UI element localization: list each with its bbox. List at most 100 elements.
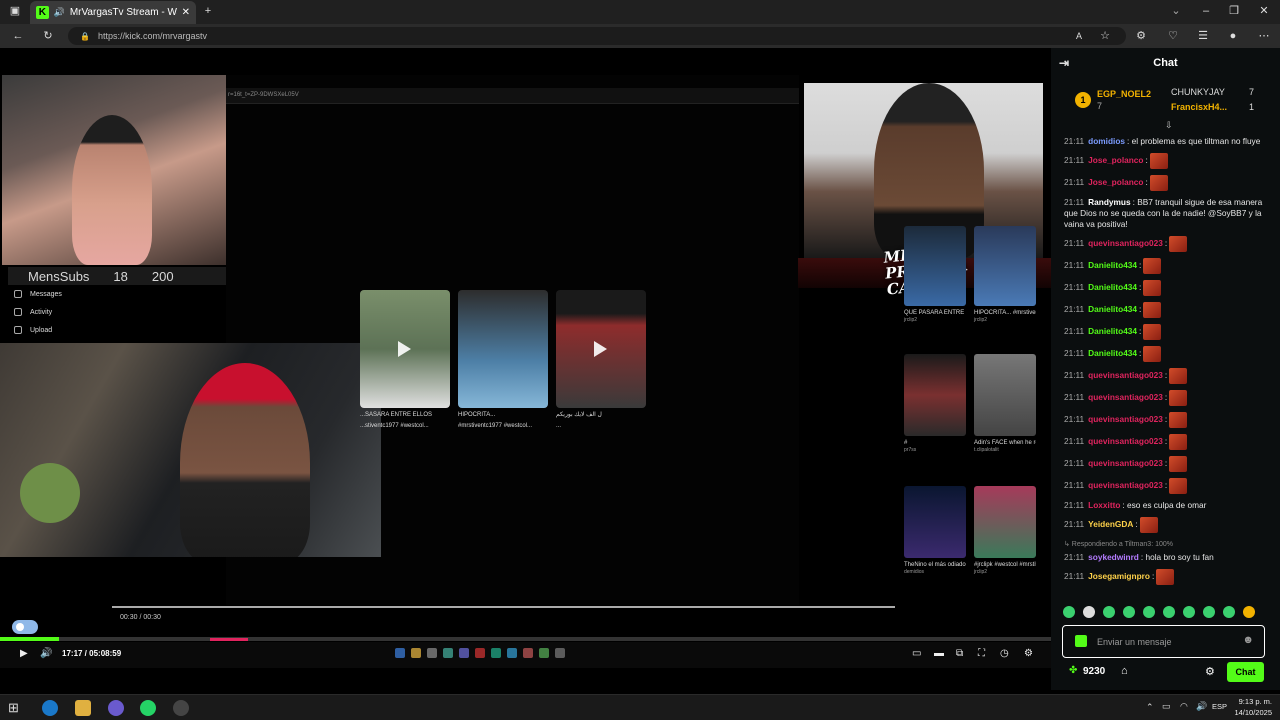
clip-icon[interactable]: ⧉ (956, 648, 963, 659)
obs-icon[interactable] (173, 700, 189, 716)
url-input[interactable]: 🔒 https://kick.com/mrvargastv (68, 27, 1126, 45)
volume-icon[interactable]: 🔊 (40, 648, 52, 659)
emote-icon[interactable] (1223, 606, 1235, 618)
message-username[interactable]: Danielito434 (1088, 260, 1137, 270)
message-time: 21:11 (1064, 480, 1085, 491)
send-chat-button[interactable]: Chat (1227, 662, 1264, 682)
emote-icon[interactable] (1083, 606, 1095, 618)
chat-message: 21:11 quevinsantiago023: (1064, 236, 1276, 252)
side-video[interactable]: # pr7ss (904, 354, 966, 454)
emote-icon[interactable] (1063, 606, 1075, 618)
start-icon[interactable]: ⊞ (8, 700, 24, 716)
message-username[interactable]: Danielito434 (1088, 304, 1137, 314)
tab-close-icon[interactable]: ✕ (182, 7, 190, 18)
wifi-icon[interactable]: ◠ (1180, 701, 1188, 712)
network-icon[interactable]: ▭ (1162, 701, 1171, 712)
theater-icon[interactable]: ▬ (934, 648, 944, 659)
profile-avatar[interactable]: ● (1223, 24, 1243, 48)
seek-bar[interactable] (0, 637, 1051, 641)
new-tab-button[interactable]: + (198, 0, 218, 23)
read-aloud-icon[interactable]: A (1069, 24, 1089, 48)
emote-icon[interactable] (1163, 606, 1175, 618)
message-username[interactable]: quevinsantiago023 (1088, 370, 1163, 380)
speed-icon[interactable]: ◷ (1000, 648, 1009, 659)
gift-icon[interactable] (1075, 635, 1087, 647)
video-tile[interactable]: ل الف لایك بوریكم ... (556, 290, 646, 430)
messenger-icon[interactable] (108, 700, 124, 716)
tab-actions-icon[interactable]: ▣ (5, 0, 25, 23)
language-indicator[interactable]: ESP (1212, 702, 1227, 711)
points-icon[interactable]: ✤ (1069, 665, 1077, 676)
message-username[interactable]: Josegamignpro (1088, 571, 1150, 581)
store-icon[interactable]: ⌂ (1121, 665, 1128, 677)
emote-icon (1143, 302, 1162, 318)
message-text: : (1139, 260, 1142, 271)
more-menu-icon[interactable]: ⋯ (1254, 24, 1274, 48)
browser-tab[interactable]: K 🔊 MrVargasTv Stream - Watch l ✕ (30, 1, 196, 24)
settings-gear-icon[interactable]: ⚙ (1024, 648, 1033, 659)
message-username[interactable]: Jose_polanco (1088, 155, 1143, 165)
message-username[interactable]: Danielito434 (1088, 282, 1137, 292)
emote-icon[interactable] (1143, 606, 1155, 618)
back-icon[interactable]: ← (8, 24, 28, 48)
message-username[interactable]: domidios (1088, 136, 1125, 146)
video-tile[interactable]: HIPOCRITA... #mrstiventc1977 #westcol... (458, 290, 548, 430)
message-username[interactable]: Danielito434 (1088, 348, 1137, 358)
collapse-chat-icon[interactable]: ⇥ (1059, 56, 1069, 70)
side-video[interactable]: HIPOCRITA... #mrstiventc1977... jrclip2 (974, 226, 1036, 324)
message-username[interactable]: quevinsantiago023 (1088, 458, 1163, 468)
side-video[interactable]: QUE PASARA ENTRE ELLOS ?... jrclip2 (904, 226, 966, 324)
message-username[interactable]: Randymus (1088, 197, 1130, 207)
side-video-title: HIPOCRITA... #mrstiventc1977... (974, 310, 1036, 316)
window-menu-icon[interactable]: ⌄ (1166, 0, 1186, 23)
side-video[interactable]: TheNino el más odiado de RD???... demidi… (904, 486, 966, 576)
minimize-icon[interactable]: – (1196, 0, 1216, 23)
side-video[interactable]: Adin's FACE when he realize his mod got.… (974, 354, 1036, 454)
message-username[interactable]: quevinsantiago023 (1088, 436, 1163, 446)
play-icon[interactable] (398, 341, 411, 357)
expand-icon[interactable]: ⇩ (1165, 120, 1173, 131)
emoji-icon[interactable]: ☻ (1242, 634, 1254, 646)
message-username[interactable]: Jose_polanco (1088, 177, 1143, 187)
side-video[interactable]: #jrclipk #westcol #mrstiventc1977... jrc… (974, 486, 1036, 576)
toggle-switch[interactable] (12, 620, 38, 634)
browser-tab-bar: ▣ K 🔊 MrVargasTv Stream - Watch l ✕ + ⌄ … (0, 0, 1280, 24)
message-username[interactable]: quevinsantiago023 (1088, 480, 1163, 490)
message-username[interactable]: YeidenGDA (1088, 519, 1133, 529)
fullscreen-icon[interactable]: ⛶ (978, 648, 985, 659)
edge-icon[interactable] (42, 700, 58, 716)
reload-icon[interactable]: ↻ (38, 24, 58, 48)
speaker-icon[interactable]: 🔊 (54, 7, 65, 18)
emote-icon[interactable] (1123, 606, 1135, 618)
inner-progress-bar (112, 606, 895, 608)
favorite-star-icon[interactable]: ☆ (1095, 24, 1115, 48)
pip-icon[interactable]: ▭ (912, 648, 921, 659)
message-username[interactable]: quevinsantiago023 (1088, 392, 1163, 402)
emote-icon[interactable] (1243, 606, 1255, 618)
play-button[interactable]: ▶ (20, 648, 28, 659)
message-username[interactable]: quevinsantiago023 (1088, 238, 1163, 248)
chat-input[interactable]: Enviar un mensaje ☻ (1062, 625, 1265, 658)
video-tile[interactable]: ...SASARA ENTRE ELLOS ...stiventc1977 #w… (360, 290, 450, 430)
system-clock[interactable]: 9:13 p. m. 14/10/2025 (1234, 696, 1272, 718)
activity-icon (14, 308, 22, 316)
play-icon[interactable] (594, 341, 607, 357)
extensions-icon[interactable]: ⚙ (1131, 24, 1151, 48)
whatsapp-icon[interactable] (140, 700, 156, 716)
message-username[interactable]: Loxxitto (1088, 500, 1120, 510)
message-username[interactable]: Danielito434 (1088, 326, 1137, 336)
volume-tray-icon[interactable]: 🔊 (1196, 701, 1207, 712)
window-close-icon[interactable]: ✕ (1254, 0, 1274, 23)
browser-essentials-icon[interactable]: ♡ (1163, 24, 1183, 48)
message-username[interactable]: quevinsantiago023 (1088, 414, 1163, 424)
chat-settings-icon[interactable]: ⚙ (1205, 665, 1215, 678)
message-username[interactable]: soykedwinrd (1088, 552, 1139, 562)
emote-icon[interactable] (1183, 606, 1195, 618)
file-explorer-icon[interactable] (75, 700, 91, 716)
emote-icon[interactable] (1203, 606, 1215, 618)
tray-chevron-icon[interactable]: ⌃ (1146, 702, 1154, 713)
message-text: : el problema es que tiltman no fluye (1127, 136, 1261, 146)
emote-icon[interactable] (1103, 606, 1115, 618)
maximize-icon[interactable]: ❐ (1224, 0, 1244, 23)
collections-icon[interactable]: ☰ (1193, 24, 1213, 48)
